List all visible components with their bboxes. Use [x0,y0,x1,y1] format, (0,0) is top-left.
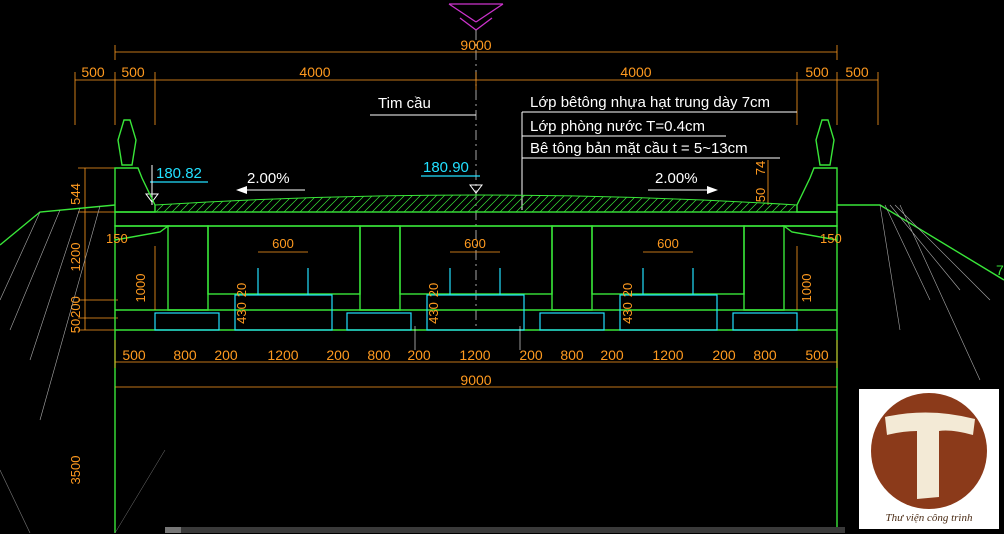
scrollbar-thumb[interactable] [165,527,181,533]
dim-20-1: 20 [234,283,249,297]
dim-600-3: 600 [657,236,679,251]
dim-544: 544 [68,183,83,205]
edge-mark: 7 [996,262,1004,278]
bottom-segment-13: 200 [712,347,736,363]
dim-1000-left: 1000 [133,274,148,303]
elevation-left-label: 180.82 [156,165,202,182]
top-segment-4: 4000 [620,64,651,80]
dimension-left-vertical: 544 1200 200 50 3500 [68,167,118,485]
elevation-left: 180.82 [145,165,208,205]
bottom-segment-15: 500 [805,347,829,363]
logo-caption: Thư viện công trình [885,512,973,524]
overall-width-bottom-label: 9000 [460,372,491,388]
elevation-center-label: 180.90 [423,159,469,176]
bridge-deck [114,119,838,533]
center-label-group: Tim cầu [370,95,476,116]
bottom-segment-12: 1200 [652,347,683,363]
dim-430-1: 430 [234,302,249,324]
bottom-segment-1: 500 [122,347,146,363]
bottom-segment-8: 1200 [459,347,490,363]
dim-600-2: 600 [464,236,486,251]
dim-430-2: 430 [426,302,441,324]
dim-150-right: 150 [820,231,842,246]
brand-logo: Thư viện công trình [859,389,999,529]
top-segment-3: 4000 [299,64,330,80]
slope-left: 2.00% [236,170,305,194]
bottom-segment-7: 200 [407,347,431,363]
bottom-segment-9: 200 [519,347,543,363]
dimension-bottom-overall: 9000 [115,372,837,388]
layer-note-3: Bê tông bản mặt cầu t = 5~13cm [530,140,748,157]
dim-74: 74 [753,161,768,175]
bottom-segment-11: 200 [600,347,624,363]
approach-slopes: 7 [0,204,1004,421]
center-label: Tim cầu [378,95,431,112]
logo-emblem [871,393,987,509]
dim-1200: 1200 [68,243,83,272]
bottom-segment-2: 800 [173,347,197,363]
dim-200: 200 [68,296,83,318]
dim-3500: 3500 [68,456,83,485]
dim-50: 50 [753,188,768,202]
horizontal-scrollbar[interactable] [165,527,845,533]
cad-drawing[interactable]: 9000 500 500 4000 4000 500 500 Tim cầu L… [0,0,1004,533]
dimension-bottom-segments: 500 800 200 1200 200 800 200 1200 200 80… [114,340,838,368]
dim-1000-right: 1000 [799,274,814,303]
bottom-segment-10: 800 [560,347,584,363]
slope-right-label: 2.00% [655,170,698,187]
top-segment-1: 500 [81,64,105,80]
dim-20-3: 20 [620,283,635,297]
slope-left-label: 2.00% [247,170,290,187]
top-segment-6: 500 [845,64,869,80]
overall-width-top-label: 9000 [460,37,491,53]
dim-600-1: 600 [272,236,294,251]
layer-note-2: Lớp phòng nước T=0.4cm [530,118,705,135]
dim-50b: 50 [68,319,83,333]
bottom-segment-4: 1200 [267,347,298,363]
bottom-segment-3: 200 [214,347,238,363]
bottom-segment-14: 800 [753,347,777,363]
slope-right: 2.00% [648,170,718,194]
dim-430-3: 430 [620,302,635,324]
elevation-center: 180.90 [421,159,483,194]
layer-note-1: Lớp bêtông nhựa hạt trung dày 7cm [530,94,770,111]
dim-20-2: 20 [426,283,441,297]
construction-lines [0,326,521,533]
bottom-segment-5: 200 [326,347,350,363]
top-segment-5: 500 [805,64,829,80]
dimension-right-vertical: 50 74 [753,160,769,205]
bottom-segment-6: 800 [367,347,391,363]
dim-150-left: 150 [106,231,128,246]
top-segment-2: 500 [121,64,145,80]
